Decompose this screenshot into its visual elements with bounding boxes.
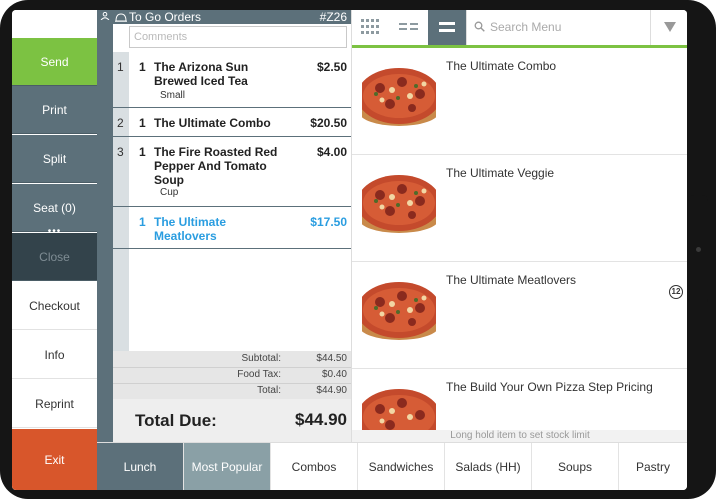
menu-item[interactable]: The Ultimate Veggie (352, 155, 687, 262)
menu-item-list: The Ultimate Combo The Ultimate Veggie T… (352, 48, 687, 432)
line-price: $2.50 (316, 60, 347, 74)
pizza-image (362, 389, 436, 432)
order-header: To Go Orders #Z26 (113, 10, 351, 24)
tab-salads[interactable]: Salads (HH) (445, 443, 532, 490)
action-sidebar: Send Print Split Seat (0) ••• Close Chec… (12, 10, 97, 490)
triangle-down-icon (664, 22, 676, 32)
menu-item[interactable]: The Ultimate Combo (352, 48, 687, 155)
grid-view-button[interactable] (352, 10, 390, 45)
subtotal-value: $44.50 (316, 353, 347, 364)
seat-button[interactable]: Seat (0) (12, 184, 97, 232)
tab-pastry[interactable]: Pastry (619, 443, 687, 490)
menu-item[interactable]: The Build Your Own Pizza Step Pricing (352, 369, 687, 432)
grid-icon (361, 19, 379, 34)
line-qty: 1 (139, 215, 146, 229)
line-price: $20.50 (310, 116, 347, 130)
comments-input[interactable]: Comments (129, 26, 347, 48)
menu-item-name: The Ultimate Veggie (446, 166, 555, 180)
search-icon (474, 21, 485, 32)
line-seat: 2 (117, 116, 124, 130)
reprint-button[interactable]: Reprint (12, 380, 97, 428)
tax-value: $0.40 (321, 369, 347, 380)
total-value: $44.90 (316, 385, 347, 396)
category-tabs: Lunch Most Popular Combos Sandwiches Sal… (97, 442, 687, 490)
line-modifier: Cup (160, 187, 179, 198)
total-row: Total: $44.90 (113, 383, 351, 399)
user-icon[interactable] (100, 12, 110, 20)
line-price: $17.50 (310, 215, 347, 229)
total-due-value: $44.90 (295, 410, 347, 429)
list-view-button[interactable] (428, 10, 466, 45)
order-title: To Go Orders (129, 10, 202, 24)
search-box[interactable]: Search Menu (466, 10, 650, 45)
camera-dot (696, 247, 701, 252)
pizza-image (362, 282, 436, 340)
columns-icon (399, 23, 418, 30)
bell-icon (115, 13, 127, 22)
tab-lunch[interactable]: Lunch (97, 443, 184, 490)
pos-screen: Send Print Split Seat (0) ••• Close Chec… (12, 10, 687, 490)
tab-sandwiches[interactable]: Sandwiches (358, 443, 445, 490)
tab-soups[interactable]: Soups (532, 443, 619, 490)
totals-block: Subtotal: $44.50 Food Tax: $0.40 Total: … (113, 351, 351, 399)
split-button[interactable]: Split (12, 135, 97, 183)
line-qty: 1 (139, 145, 146, 159)
order-line[interactable]: 1 1 The Arizona Sun Brewed Iced Tea $2.5… (113, 52, 351, 108)
close-button[interactable]: Close (12, 233, 97, 281)
line-qty: 1 (139, 116, 146, 130)
total-due-label: Total Due: (135, 411, 217, 430)
checkout-button[interactable]: Checkout (12, 282, 97, 330)
info-button[interactable]: Info (12, 331, 97, 379)
menu-item[interactable]: The Ultimate Meatlovers (352, 262, 687, 369)
line-name: The Fire Roasted Red Pepper And Tomato S… (154, 145, 278, 187)
order-line[interactable]: 3 1 The Fire Roasted Red Pepper And Toma… (113, 137, 351, 207)
tax-label: Food Tax: (237, 369, 281, 380)
menu-item-name: The Build Your Own Pizza Step Pricing (446, 380, 653, 394)
line-seat: 3 (117, 145, 124, 159)
print-button[interactable]: Print (12, 86, 97, 134)
stock-limit-hint: Long hold item to set stock limit (352, 430, 687, 442)
search-input[interactable]: Search Menu (490, 20, 561, 34)
menu-toolbar: Search Menu (352, 10, 687, 48)
line-modifier: Small (160, 90, 186, 101)
order-side-strip (97, 10, 113, 442)
line-name: The Ultimate Combo (154, 116, 271, 130)
menu-item-name: The Ultimate Combo (446, 59, 557, 73)
total-due: Total Due: $44.90 (113, 399, 351, 442)
order-panel: To Go Orders #Z26 Comments 1 1 The Arizo… (113, 10, 351, 442)
pizza-image (362, 175, 436, 233)
line-name: The Arizona Sun Brewed Iced Tea (154, 60, 249, 88)
menu-panel: Search Menu The Ultimate Combo The Ultim… (351, 10, 687, 442)
menu-item-name: The Ultimate Meatlovers (446, 273, 577, 287)
exit-button[interactable]: Exit (12, 429, 97, 490)
order-line-selected[interactable]: 1 The Ultimate Meatlovers $17.50 (113, 207, 351, 249)
page-count-badge: 12 (669, 285, 683, 299)
line-price: $4.00 (316, 145, 347, 159)
order-number: #Z26 (319, 10, 347, 24)
total-label: Total: (257, 385, 281, 396)
line-seat: 1 (117, 60, 124, 74)
list-icon (439, 22, 455, 32)
pizza-image (362, 68, 436, 126)
two-column-view-button[interactable] (390, 10, 428, 45)
send-button[interactable]: Send (12, 38, 97, 86)
tax-row: Food Tax: $0.40 (113, 367, 351, 384)
filter-dropdown-button[interactable] (650, 10, 687, 45)
subtotal-label: Subtotal: (241, 353, 281, 364)
tab-most-popular[interactable]: Most Popular (184, 443, 271, 490)
line-name: The Ultimate Meatlovers (154, 215, 227, 243)
subtotal-row: Subtotal: $44.50 (113, 351, 351, 368)
line-qty: 1 (139, 60, 146, 74)
order-line[interactable]: 2 1 The Ultimate Combo $20.50 (113, 108, 351, 137)
tab-combos[interactable]: Combos (271, 443, 358, 490)
